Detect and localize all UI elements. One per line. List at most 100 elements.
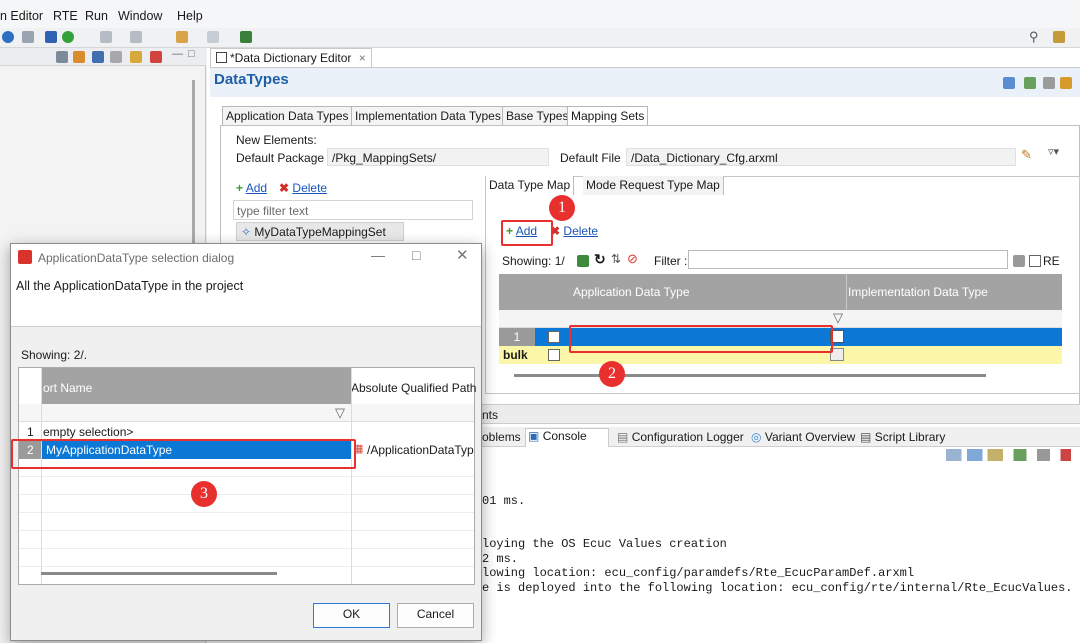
close-icon[interactable]: × bbox=[359, 51, 366, 65]
search-icon[interactable]: ⚲ bbox=[1029, 29, 1039, 45]
sync-icon[interactable] bbox=[110, 51, 122, 63]
build-icon[interactable] bbox=[22, 31, 34, 43]
menu-rte[interactable]: RTE bbox=[53, 9, 78, 23]
forward-icon[interactable] bbox=[207, 31, 219, 43]
editor-tab-label: *Data Dictionary Editor bbox=[230, 51, 352, 65]
row-name: empty selection> bbox=[43, 425, 134, 439]
console-line: loying the OS Ecuc Values creation bbox=[482, 537, 727, 551]
left-add-button[interactable]: + Add bbox=[236, 181, 267, 195]
console-output: 01 ms. loying the OS Ecuc Values creatio… bbox=[482, 462, 1080, 643]
header-copy-icon[interactable] bbox=[1043, 77, 1055, 89]
clear-filter-icon[interactable]: ⊘ bbox=[627, 251, 638, 267]
minimize-icon[interactable]: — bbox=[172, 48, 183, 60]
export-icon[interactable] bbox=[577, 255, 589, 267]
bulk-label: bulk bbox=[503, 348, 528, 362]
view-menu-icon[interactable] bbox=[130, 51, 142, 63]
dialog-filter-row: ▽ bbox=[19, 404, 474, 422]
header-help-icon[interactable] bbox=[1060, 77, 1072, 89]
highlight-app-cell bbox=[569, 325, 833, 353]
step-icon[interactable] bbox=[100, 31, 112, 43]
callout-3: 3 bbox=[191, 481, 217, 507]
link-icon[interactable] bbox=[73, 51, 85, 63]
col-divider bbox=[846, 274, 847, 310]
header-save-icon[interactable] bbox=[1024, 77, 1036, 89]
editor-doc-icon bbox=[216, 52, 227, 63]
map-showing-label: Showing: 1/ bbox=[502, 254, 565, 268]
col-application-data-type[interactable]: Application Data Type bbox=[573, 285, 690, 299]
sync-filter-icon[interactable]: ⇅ bbox=[611, 252, 621, 266]
console-tab-label: Console bbox=[542, 429, 587, 443]
new-elements-label: New Elements: bbox=[236, 133, 317, 147]
console-toolbar-icons[interactable] bbox=[946, 449, 1076, 461]
refresh-icon[interactable]: ↻ bbox=[594, 251, 606, 268]
menu-help[interactable]: Help bbox=[177, 9, 203, 23]
cancel-button[interactable]: Cancel bbox=[397, 603, 474, 628]
step-over-icon[interactable] bbox=[130, 31, 142, 43]
header-action-icon[interactable] bbox=[1003, 77, 1015, 89]
maximize-icon[interactable]: □ bbox=[188, 48, 195, 60]
tab-data-dictionary-editor[interactable]: *Data Dictionary Editor × bbox=[210, 48, 372, 67]
menu-run[interactable]: Run bbox=[85, 9, 108, 23]
filter-funnel-icon[interactable]: ▽ bbox=[833, 310, 843, 326]
re-checkbox[interactable] bbox=[1029, 255, 1041, 267]
dialog-hscrollbar[interactable] bbox=[41, 572, 277, 575]
editor-header-bar bbox=[210, 67, 1080, 97]
dialog-col-short-name[interactable]: ort Name bbox=[43, 381, 92, 395]
menu-window[interactable]: Window bbox=[118, 9, 162, 23]
filter-icon[interactable] bbox=[92, 51, 104, 63]
collapse-icon[interactable] bbox=[56, 51, 68, 63]
external-icon[interactable] bbox=[240, 31, 252, 43]
dialog-table-header: ort Name Absolute Qualified Path bbox=[19, 368, 476, 404]
filter-funnel-icon[interactable]: ▽ bbox=[335, 405, 345, 421]
plus-icon: + bbox=[236, 181, 244, 195]
dialog-col-path[interactable]: Absolute Qualified Path bbox=[351, 381, 476, 395]
run-icon[interactable] bbox=[62, 31, 74, 43]
close-icon[interactable]: ✕ bbox=[456, 246, 469, 264]
tab-configuration-logger[interactable]: ▤ Configuration Logger bbox=[617, 430, 744, 444]
highlight-dialog-row bbox=[11, 439, 356, 469]
console-line: 01 ms. bbox=[482, 494, 526, 508]
default-file-label: Default File bbox=[560, 151, 621, 165]
console-line: 2 ms. bbox=[482, 552, 519, 566]
page-title: DataTypes bbox=[214, 71, 289, 88]
default-package-field[interactable]: /Pkg_MappingSets/ bbox=[327, 148, 549, 166]
tab-mode-request-type-map[interactable]: Mode Request Type Map bbox=[583, 176, 724, 195]
filter-menu-icon[interactable]: ▿▾ bbox=[1048, 145, 1059, 158]
tab-script-library[interactable]: ▤ Script Library bbox=[860, 430, 945, 444]
maximize-icon[interactable]: □ bbox=[412, 247, 420, 263]
default-file-field[interactable]: /Data_Dictionary_Cfg.arxml bbox=[626, 148, 1016, 166]
ents-tab[interactable]: nts bbox=[482, 404, 1080, 424]
tab-console[interactable]: ▣ Console bbox=[525, 428, 609, 447]
minimize-icon[interactable]: — bbox=[371, 247, 385, 263]
rte-icon[interactable] bbox=[45, 31, 57, 43]
left-add-label: Add bbox=[245, 181, 268, 195]
row-checkbox[interactable] bbox=[548, 331, 560, 343]
map-filter-input[interactable] bbox=[688, 250, 1008, 269]
row-number: 1 bbox=[499, 328, 535, 346]
tab-problems[interactable]: oblems bbox=[482, 430, 521, 444]
map-delete-button[interactable]: ✖ Delete bbox=[550, 224, 598, 238]
tree-filter-input[interactable]: type filter text bbox=[233, 200, 473, 220]
menu-bar: n Editor RTE Run Window Help bbox=[0, 0, 1080, 28]
bulk-checkbox[interactable] bbox=[548, 349, 560, 361]
left-delete-button[interactable]: ✖ Delete bbox=[279, 181, 327, 195]
perspective-icon[interactable] bbox=[1053, 31, 1065, 43]
tab-data-type-map[interactable]: Data Type Map bbox=[486, 176, 575, 195]
tree-item-mapping-set[interactable]: ✧ MyDataTypeMappingSet bbox=[236, 222, 404, 241]
menu-editor[interactable]: n Editor bbox=[0, 9, 43, 23]
map-delete-label: Delete bbox=[563, 224, 599, 238]
col-implementation-data-type[interactable]: Implementation Data Type bbox=[848, 285, 988, 299]
row-path: /ApplicationDataTyp bbox=[367, 443, 474, 457]
console-line: e is deployed into the following locatio… bbox=[482, 581, 1073, 595]
debug-icon[interactable] bbox=[2, 31, 14, 43]
tab-variant-overview[interactable]: ◎ Variant Overview bbox=[751, 430, 855, 444]
back-icon[interactable] bbox=[176, 31, 188, 43]
mapping-set-icon: ✧ bbox=[241, 225, 252, 239]
ok-button[interactable]: OK bbox=[313, 603, 390, 628]
delete-x-icon: ✖ bbox=[279, 181, 290, 195]
grid-options-icon[interactable] bbox=[1013, 255, 1025, 267]
grid-icon[interactable] bbox=[150, 51, 162, 63]
filter-label: Filter : bbox=[654, 254, 688, 268]
grid-hscrollbar[interactable] bbox=[514, 374, 986, 377]
pencil-icon[interactable]: ✎ bbox=[1021, 147, 1032, 163]
